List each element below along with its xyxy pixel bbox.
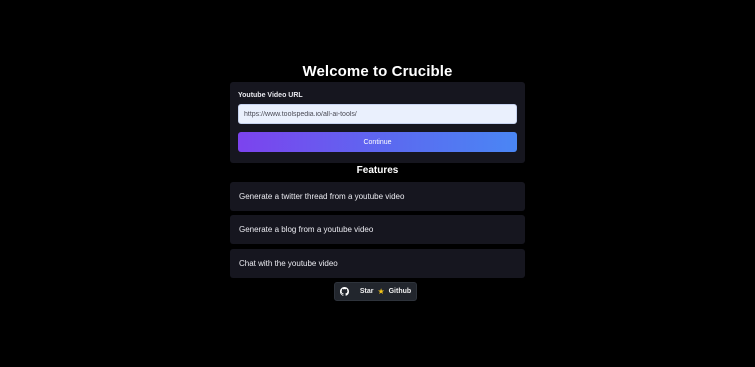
feature-chat[interactable]: Chat with the youtube video [230,249,525,278]
features-heading: Features [356,165,399,176]
github-star-button[interactable]: Star ★ Github [334,282,417,301]
feature-twitter-thread[interactable]: Generate a twitter thread from a youtube… [230,182,525,211]
continue-button[interactable]: Continue [238,132,517,152]
page: Welcome to Crucible Youtube Video URL Co… [0,0,755,367]
url-field-label: Youtube Video URL [238,92,303,99]
youtube-url-input[interactable] [238,104,517,124]
star-label: Star [359,288,374,295]
star-icon: ★ [377,286,385,296]
feature-blog[interactable]: Generate a blog from a youtube video [230,215,525,244]
page-title: Welcome to Crucible [302,63,453,80]
github-label: Github [388,288,412,295]
github-icon [339,287,349,296]
url-form-card: Youtube Video URL Continue [230,82,525,163]
